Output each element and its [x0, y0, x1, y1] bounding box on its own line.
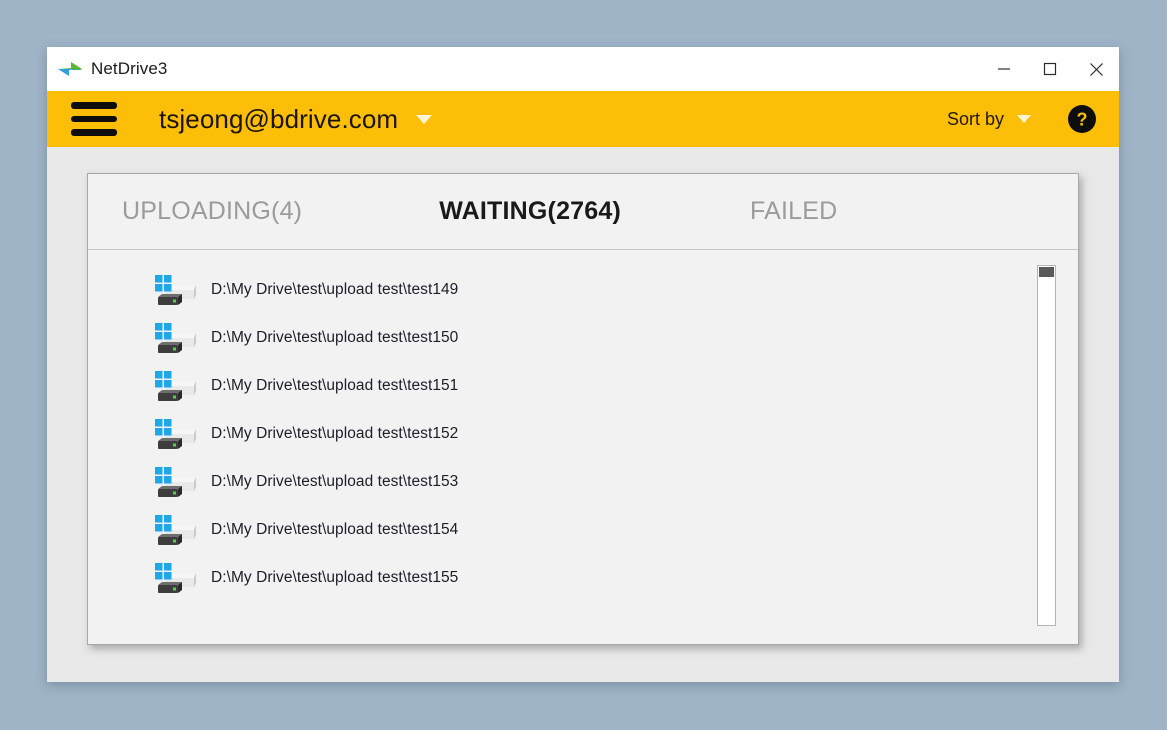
scrollbar-thumb[interactable]	[1039, 267, 1054, 277]
windows-drive-icon	[152, 369, 198, 403]
maximize-button[interactable]	[1027, 47, 1073, 91]
window-controls	[981, 47, 1119, 91]
top-toolbar: tsjeong@bdrive.com Sort by ?	[47, 91, 1119, 147]
account-email: tsjeong@bdrive.com	[159, 104, 398, 135]
list-item[interactable]: D:\My Drive\test\upload test\test151	[88, 362, 1037, 410]
item-path: D:\My Drive\test\upload test\test154	[211, 521, 458, 539]
tab-bar: UPLOADING(4) WAITING(2764) FAILED	[88, 174, 1078, 250]
list-area: D:\My Drive\test\upload test\test149	[88, 250, 1078, 644]
windows-drive-icon	[152, 417, 198, 451]
account-selector[interactable]: tsjeong@bdrive.com	[159, 104, 432, 135]
title-bar: NetDrive3	[47, 47, 1119, 91]
brand: NetDrive3	[47, 57, 167, 81]
close-button[interactable]	[1073, 47, 1119, 91]
sort-by-label: Sort by	[947, 109, 1004, 130]
transfer-panel: UPLOADING(4) WAITING(2764) FAILED	[87, 173, 1079, 645]
hamburger-bar	[71, 129, 117, 136]
minimize-button[interactable]	[981, 47, 1027, 91]
netdrive-window: NetDrive3 tsjeong@bdrive.com	[47, 47, 1119, 682]
vertical-scrollbar[interactable]	[1037, 265, 1056, 626]
hamburger-bar	[71, 116, 117, 123]
item-path: D:\My Drive\test\upload test\test153	[211, 473, 458, 491]
windows-drive-icon	[152, 321, 198, 355]
windows-drive-icon	[152, 273, 198, 307]
tab-waiting[interactable]: WAITING(2764)	[439, 197, 621, 226]
item-path: D:\My Drive\test\upload test\test155	[211, 569, 458, 587]
windows-drive-icon	[152, 465, 198, 499]
list-item[interactable]: D:\My Drive\test\upload test\test149	[88, 266, 1037, 314]
transfer-list: D:\My Drive\test\upload test\test149	[88, 250, 1037, 644]
svg-text:?: ?	[1077, 110, 1088, 130]
hamburger-menu-icon[interactable]	[71, 102, 117, 136]
tab-failed[interactable]: FAILED	[750, 197, 837, 226]
windows-drive-icon	[152, 513, 198, 547]
list-item[interactable]: D:\My Drive\test\upload test\test152	[88, 410, 1037, 458]
item-path: D:\My Drive\test\upload test\test149	[211, 281, 458, 299]
help-circle-icon[interactable]: ?	[1067, 104, 1097, 134]
window-body: UPLOADING(4) WAITING(2764) FAILED	[47, 147, 1119, 682]
item-path: D:\My Drive\test\upload test\test152	[211, 425, 458, 443]
list-item[interactable]: D:\My Drive\test\upload test\test155	[88, 554, 1037, 602]
tab-uploading[interactable]: UPLOADING(4)	[122, 197, 302, 226]
item-path: D:\My Drive\test\upload test\test150	[211, 329, 458, 347]
hamburger-bar	[71, 102, 117, 109]
toolbar-right-group: Sort by ?	[947, 104, 1097, 134]
list-item[interactable]: D:\My Drive\test\upload test\test153	[88, 458, 1037, 506]
sort-by-button[interactable]: Sort by	[947, 109, 1031, 130]
chevron-down-icon	[1017, 115, 1031, 123]
windows-drive-icon	[152, 561, 198, 595]
item-path: D:\My Drive\test\upload test\test151	[211, 377, 458, 395]
list-item[interactable]: D:\My Drive\test\upload test\test154	[88, 506, 1037, 554]
netdrive-logo-icon	[56, 57, 84, 81]
list-item[interactable]: D:\My Drive\test\upload test\test150	[88, 314, 1037, 362]
app-title: NetDrive3	[91, 59, 167, 79]
chevron-down-icon	[416, 115, 432, 124]
